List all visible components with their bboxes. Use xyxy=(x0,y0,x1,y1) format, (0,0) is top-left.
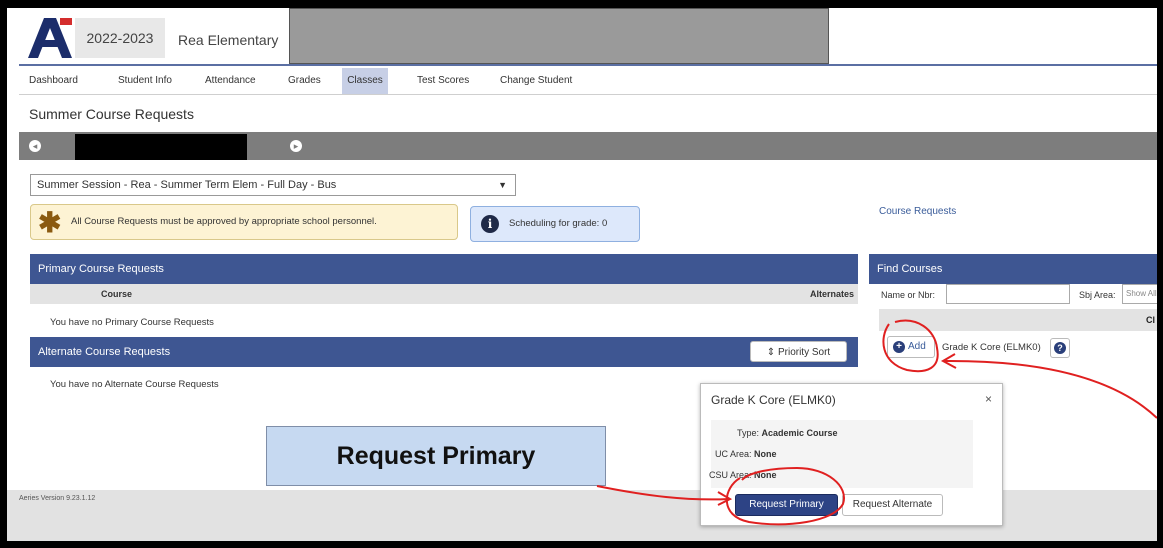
name-or-number-input[interactable] xyxy=(946,284,1070,304)
subject-area-label: Sbj Area: xyxy=(1079,290,1116,300)
app-window: 2022-2023 Rea Elementary Dashboard Stude… xyxy=(7,8,1157,541)
uc-area-row: UC Area: None xyxy=(715,449,777,459)
results-column-header: Cl xyxy=(879,309,1157,331)
nav-grades[interactable]: Grades xyxy=(280,68,329,94)
nav-attendance[interactable]: Attendance xyxy=(197,68,264,94)
type-value: Academic Course xyxy=(761,428,838,438)
nav-test-scores[interactable]: Test Scores xyxy=(409,68,477,94)
type-row: Type: Academic Course xyxy=(737,428,838,438)
find-courses-header: Find Courses xyxy=(869,254,1157,284)
student-selector-bar: ◂ ▸ xyxy=(19,132,1157,160)
app-header: 2022-2023 Rea Elementary xyxy=(7,8,1157,66)
subject-area-select[interactable]: Show All xyxy=(1122,284,1157,304)
main-nav: Dashboard Student Info Attendance Grades… xyxy=(19,68,1157,95)
next-student-icon[interactable]: ▸ xyxy=(290,140,302,152)
uc-area-value: None xyxy=(754,449,777,459)
request-primary-button[interactable]: Request Primary xyxy=(735,494,838,516)
primary-column-header: Course Alternates xyxy=(30,284,858,304)
priority-sort-button[interactable]: ⇕ Priority Sort xyxy=(750,341,847,362)
type-label: Type: xyxy=(737,428,760,438)
course-column-label: Course xyxy=(101,289,133,299)
add-course-label: Add xyxy=(908,341,926,352)
asterisk-icon: ✱ xyxy=(38,207,62,238)
grade-info-badge: i Scheduling for grade: 0 xyxy=(470,206,640,242)
version-label: Aeries Version 9.23.1.12 xyxy=(19,495,96,502)
alternate-empty-message: You have no Alternate Course Requests xyxy=(50,379,219,390)
sort-icon: ⇕ xyxy=(766,347,776,358)
popup-title: Grade K Core (ELMK0) xyxy=(711,393,836,407)
nav-student-info[interactable]: Student Info xyxy=(110,68,180,94)
school-name[interactable]: Rea Elementary xyxy=(178,32,278,48)
uc-area-label: UC Area: xyxy=(715,449,752,459)
course-requests-link[interactable]: Course Requests xyxy=(879,206,956,217)
approval-notice: ✱ All Course Requests must be approved b… xyxy=(30,204,458,240)
school-year[interactable]: 2022-2023 xyxy=(75,18,165,58)
info-icon: i xyxy=(481,215,499,233)
close-icon[interactable]: × xyxy=(985,392,992,406)
course-info-button[interactable]: ? xyxy=(1050,338,1070,358)
aeries-logo[interactable] xyxy=(28,18,72,58)
results-column-label: Cl xyxy=(1146,315,1155,325)
approval-notice-text: All Course Requests must be approved by … xyxy=(71,216,377,227)
primary-requests-header: Primary Course Requests xyxy=(30,254,858,284)
alternate-requests-header: Alternate Course Requests xyxy=(30,337,858,367)
csu-area-label: CSU Area: xyxy=(709,470,752,480)
csu-area-value: None xyxy=(754,470,777,480)
nav-dashboard[interactable]: Dashboard xyxy=(21,68,86,94)
previous-student-icon[interactable]: ◂ xyxy=(29,140,41,152)
header-divider xyxy=(19,64,1157,66)
name-or-number-label: Name or Nbr: xyxy=(881,290,936,300)
session-dropdown-value: Summer Session - Rea - Summer Term Elem … xyxy=(37,179,337,191)
add-arrow-head xyxy=(940,353,957,369)
page-title: Summer Course Requests xyxy=(29,106,194,122)
redacted-student-name xyxy=(75,134,247,160)
grade-info-text: Scheduling for grade: 0 xyxy=(509,218,608,229)
chevron-down-icon: ▼ xyxy=(498,180,507,190)
add-course-button[interactable]: + Add xyxy=(887,336,935,358)
alternates-column-label: Alternates xyxy=(809,289,854,299)
nav-classes[interactable]: Classes xyxy=(342,68,388,94)
request-alternate-button[interactable]: Request Alternate xyxy=(842,494,943,516)
help-icon: ? xyxy=(1054,342,1066,354)
csu-area-row: CSU Area: None xyxy=(709,470,777,480)
priority-sort-label: Priority Sort xyxy=(777,347,831,358)
request-primary-callout: Request Primary xyxy=(266,426,606,486)
primary-empty-message: You have no Primary Course Requests xyxy=(50,317,214,328)
redacted-area xyxy=(289,8,829,64)
nav-change-student[interactable]: Change Student xyxy=(492,68,580,94)
session-dropdown[interactable]: Summer Session - Rea - Summer Term Elem … xyxy=(30,174,516,196)
plus-icon: + xyxy=(893,341,905,353)
result-course-name[interactable]: Grade K Core (ELMK0) xyxy=(942,342,1041,353)
